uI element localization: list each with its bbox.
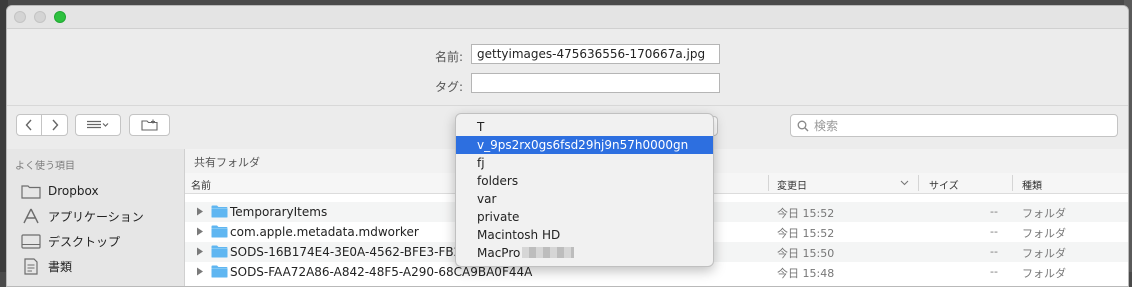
new-folder-icon: [140, 119, 158, 131]
menu-item-var[interactable]: var: [456, 190, 713, 208]
menu-item-macpro[interactable]: MacPro: [456, 244, 713, 262]
search-icon: [797, 120, 809, 131]
menu-item-folders[interactable]: folders: [456, 172, 713, 190]
row-name: TemporaryItems: [230, 205, 328, 219]
menu-item-t[interactable]: T: [456, 118, 713, 136]
tag-input[interactable]: [471, 73, 720, 93]
new-folder-button[interactable]: [129, 114, 170, 136]
list-view-icon: [87, 120, 109, 129]
row-modified: 今日 15:52: [777, 207, 835, 220]
sidebar-heading: よく使う項目: [15, 161, 75, 172]
column-kind[interactable]: 種類: [1022, 177, 1042, 192]
zoom-button[interactable]: [54, 11, 66, 23]
column-divider: [768, 175, 769, 191]
menu-item-private[interactable]: private: [456, 208, 713, 226]
sidebar-item-label: Dropbox: [48, 184, 99, 198]
redacted-text: [522, 247, 575, 258]
column-name[interactable]: 名前: [191, 177, 211, 192]
sidebar-item-label: アプリケーション: [48, 209, 144, 224]
location-title: 共有フォルダ: [194, 156, 260, 169]
menu-item-label: MacPro: [477, 246, 521, 260]
sidebar-item-dropbox[interactable]: Dropbox: [21, 181, 99, 201]
row-modified: 今日 15:52: [777, 227, 835, 240]
row-kind: フォルダ: [1022, 207, 1066, 220]
close-button[interactable]: [14, 11, 26, 23]
column-divider: [1012, 175, 1013, 191]
row-modified: 今日 15:48: [777, 267, 835, 280]
disclosure-triangle-icon[interactable]: [196, 207, 204, 216]
row-size: --: [990, 245, 998, 258]
column-divider: [918, 175, 919, 191]
row-kind: フォルダ: [1022, 247, 1066, 260]
row-name: com.apple.metadata.mdworker: [230, 225, 419, 239]
desktop-icon: [21, 233, 41, 249]
menu-item-selected-folder[interactable]: v_9ps2rx0gs6fsd29hj9n57h0000gn: [456, 136, 713, 154]
column-size[interactable]: サイズ: [929, 177, 959, 192]
row-kind: フォルダ: [1022, 267, 1066, 280]
chevron-left-icon: [25, 119, 32, 131]
sort-chevron-down-icon: [900, 180, 909, 186]
row-modified: 今日 15:50: [777, 247, 835, 260]
location-dropdown-menu: T v_9ps2rx0gs6fsd29hj9n57h0000gn fj fold…: [455, 113, 714, 267]
row-name: SODS-16B174E4-3E0A-4562-BFE3-FB2: [230, 245, 462, 259]
search-placeholder: 検索: [814, 119, 839, 133]
row-size: --: [990, 225, 998, 238]
disclosure-triangle-icon[interactable]: [196, 227, 204, 236]
tag-label: タグ:: [434, 80, 463, 94]
chevron-right-icon: [51, 119, 58, 131]
menu-item-fj[interactable]: fj: [456, 154, 713, 172]
forward-button[interactable]: [41, 114, 68, 136]
sidebar: よく使う項目 Dropbox アプリケーション デスクトップ 書類: [7, 149, 185, 286]
sidebar-item-label: デスクトップ: [48, 234, 121, 249]
column-modified[interactable]: 変更日: [777, 177, 807, 192]
row-size: --: [990, 205, 998, 218]
search-field[interactable]: 検索: [790, 114, 1118, 137]
folder-icon: [211, 245, 228, 258]
view-mode-button[interactable]: [75, 114, 121, 136]
name-label: 名前:: [434, 50, 463, 64]
applications-icon: [21, 208, 41, 224]
folder-icon: [211, 225, 228, 238]
sidebar-item-documents[interactable]: 書類: [21, 256, 72, 276]
sidebar-item-applications[interactable]: アプリケーション: [21, 206, 144, 226]
minimize-button[interactable]: [34, 11, 46, 23]
sidebar-item-desktop[interactable]: デスクトップ: [21, 231, 120, 251]
row-kind: フォルダ: [1022, 227, 1066, 240]
divider: [7, 105, 1128, 106]
title-bar: [7, 6, 1128, 29]
menu-item-macintosh-hd[interactable]: Macintosh HD: [456, 226, 713, 244]
disclosure-triangle-icon[interactable]: [196, 247, 204, 256]
folder-icon: [21, 183, 41, 199]
filename-input[interactable]: gettyimages-475636556-170667a.jpg: [471, 44, 720, 64]
folder-icon: [211, 205, 228, 218]
row-name: SODS-FAA72A86-A842-48F5-A290-68CA9BA0F44…: [230, 265, 533, 279]
back-button[interactable]: [16, 114, 42, 136]
